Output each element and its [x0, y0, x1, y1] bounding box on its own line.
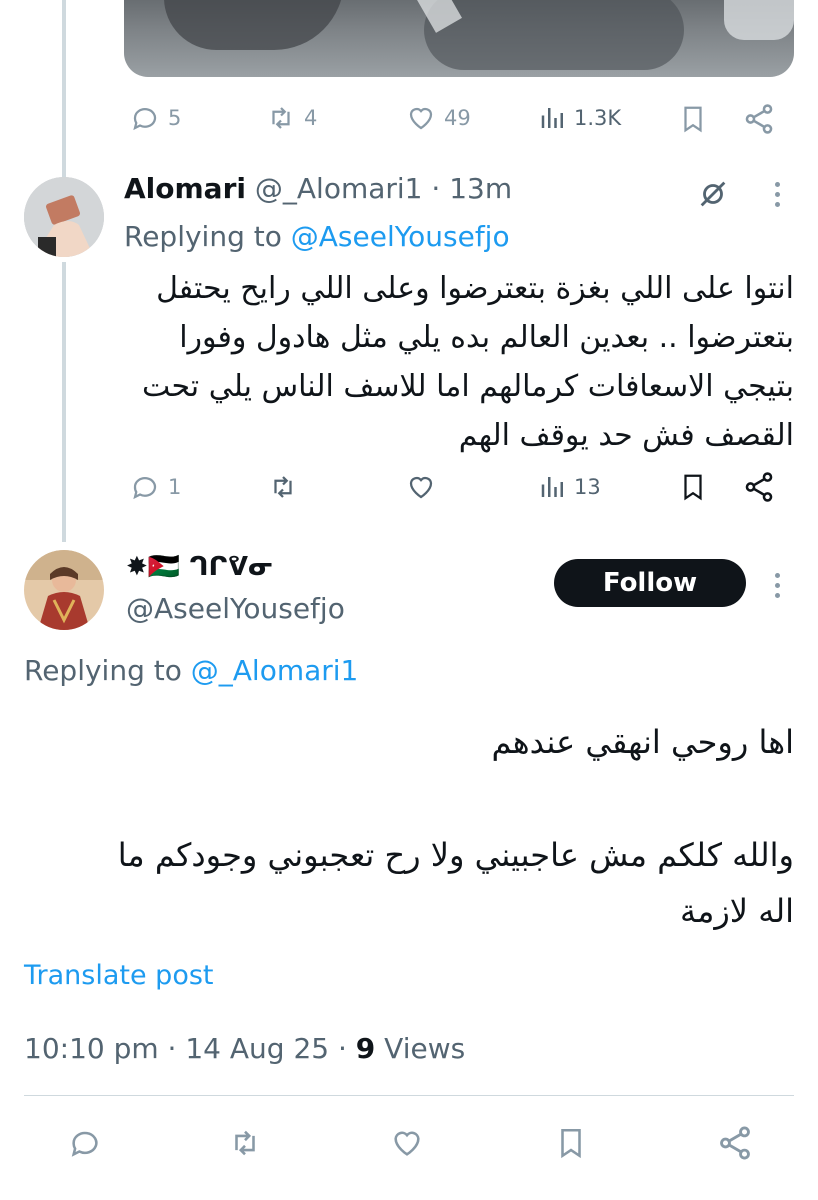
repost-action[interactable]	[266, 472, 300, 502]
reply-icon	[133, 108, 157, 131]
repost-count: 4	[304, 106, 318, 130]
like-action[interactable]: 49	[404, 103, 471, 133]
reply-action[interactable]	[66, 1126, 104, 1160]
repost-action[interactable]: 4	[264, 103, 317, 133]
replying-prefix: Replying to	[124, 220, 282, 253]
heart-icon	[394, 1131, 420, 1156]
main-display-name[interactable]: ✸🇯🇴 ᒉᒋᕓᓂ	[126, 552, 274, 582]
share-icon	[745, 472, 773, 502]
reply-icon	[133, 477, 157, 500]
views-count[interactable]: 9	[356, 1032, 375, 1065]
reply-count: 5	[168, 106, 182, 130]
display-name[interactable]: Alomari	[124, 172, 246, 205]
main-tweet-text-line-3: اله لازمة	[680, 892, 794, 930]
timestamp[interactable]: 13m	[449, 172, 512, 205]
follow-button[interactable]: Follow	[554, 559, 746, 607]
avatar-aseel[interactable]	[24, 550, 104, 630]
reply-tweet-text: انتوا على اللي بغزة بتعترضوا وعلى اللي ر…	[134, 264, 794, 460]
text-line: القصف فش حد يوقف الهم	[458, 418, 794, 453]
reply-action[interactable]: 5	[128, 103, 181, 133]
grok-icon	[700, 181, 726, 207]
tweet-media-image[interactable]	[124, 0, 794, 77]
repost-icon	[274, 476, 292, 498]
views-label: Views	[375, 1032, 466, 1065]
reply-action[interactable]: 1	[128, 472, 181, 502]
reply-count: 1	[168, 475, 182, 499]
text-line: بتعترضوا .. بعدين العالم بده يلي مثل هاد…	[179, 320, 794, 355]
views-icon	[541, 477, 563, 497]
replying-to: Replying to @_Alomari1	[24, 654, 358, 687]
handle[interactable]: @_Alomari1	[255, 172, 423, 205]
timestamp-text: 10:10 pm · 14 Aug 25 ·	[24, 1032, 356, 1065]
text-line: انتوا على اللي بغزة بتعترضوا وعلى اللي ر…	[156, 271, 794, 306]
repost-action[interactable]	[226, 1126, 264, 1160]
repost-icon	[272, 107, 290, 129]
share-action[interactable]	[742, 102, 776, 136]
heart-icon	[409, 107, 433, 130]
views-count: 13	[574, 475, 601, 499]
heart-icon	[409, 476, 433, 499]
text-line: بتيجي الاسعافات كرمالهم اما للاسف الناس …	[141, 369, 794, 404]
more-menu-icon[interactable]	[775, 573, 780, 598]
views-count: 1.3K	[574, 106, 622, 130]
bookmark-action[interactable]	[554, 1124, 588, 1162]
grok-action[interactable]	[696, 177, 730, 211]
like-action[interactable]	[388, 1126, 426, 1160]
bookmark-action[interactable]	[678, 470, 708, 504]
replying-handle-link[interactable]: @AseelYousefjo	[291, 220, 510, 253]
share-icon	[745, 104, 773, 134]
divider	[24, 1095, 794, 1096]
more-menu-icon[interactable]	[775, 182, 780, 207]
reply-icon	[71, 1131, 98, 1157]
main-tweet-text-line-1: اها روحي انهقي عندهم	[491, 723, 794, 761]
replying-to: Replying to @AseelYousefjo	[124, 220, 510, 253]
share-icon	[720, 1126, 750, 1160]
like-action[interactable]	[404, 472, 438, 502]
share-action[interactable]	[716, 1124, 754, 1162]
bookmark-icon	[684, 106, 702, 133]
bookmark-icon	[561, 1128, 581, 1159]
replying-handle-link[interactable]: @_Alomari1	[191, 654, 359, 687]
bookmark-icon	[684, 474, 702, 501]
main-handle[interactable]: @AseelYousefjo	[126, 592, 345, 625]
thread-line-top	[62, 0, 66, 178]
post-timestamp: 10:10 pm · 14 Aug 25 · 9 Views	[24, 1032, 465, 1065]
thread-line-middle	[62, 262, 66, 542]
views-action[interactable]: 1.3K	[538, 103, 621, 133]
translate-post-link[interactable]: Translate post	[24, 960, 214, 991]
reply-header: Alomari @_Alomari1 · 13m	[124, 172, 512, 205]
separator: ·	[431, 172, 441, 205]
views-action[interactable]: 13	[538, 472, 601, 502]
bookmark-action[interactable]	[678, 102, 708, 136]
views-icon	[541, 108, 563, 128]
repost-icon	[235, 1130, 255, 1156]
replying-prefix: Replying to	[24, 654, 182, 687]
avatar-alomari[interactable]	[24, 177, 104, 257]
like-count: 49	[444, 106, 471, 130]
main-tweet-text-line-2: والله كلكم مش عاجبيني ولا رح تعجبوني وجو…	[117, 836, 794, 874]
share-action[interactable]	[742, 470, 776, 504]
